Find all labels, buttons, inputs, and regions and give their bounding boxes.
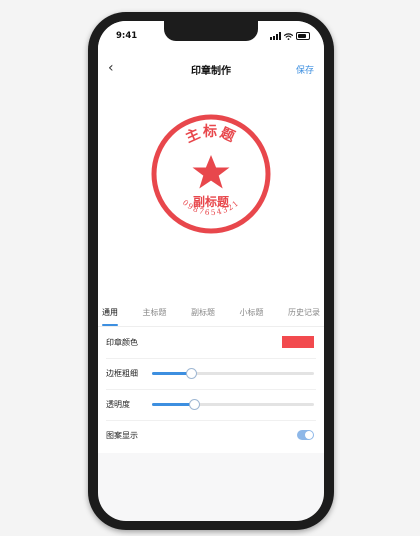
opacity-slider-fill [152,403,195,406]
opacity-slider-thumb[interactable] [189,399,201,410]
wifi-icon [284,33,293,40]
color-label: 印章颜色 [106,338,138,347]
tab-history[interactable]: 历史记录 [288,299,320,326]
page-title: 印章制作 [191,66,231,77]
battery-icon [296,32,310,40]
phone-frame: 9:41 ‹ 印章制作 保存 主标题 副标题 0987654321 通用 主标题… [88,12,334,530]
notch [164,21,258,41]
tab-small-title[interactable]: 小标题 [240,299,264,326]
status-time: 9:41 [116,31,138,41]
stamp-seal: 主标题 副标题 0987654321 [151,114,271,234]
settings-panel: 印章颜色 边框粗细 透明度 图案显示 [98,327,324,453]
color-swatch[interactable] [282,336,314,348]
toggle-knob [305,431,313,439]
border-label: 边框粗细 [106,369,138,378]
opacity-slider[interactable] [152,399,314,410]
border-slider[interactable] [152,368,314,379]
stamp-preview: 主标题 副标题 0987654321 [98,87,324,299]
pattern-label: 图案显示 [106,431,138,440]
status-icons [270,32,310,40]
setting-row-opacity: 透明度 [106,389,316,421]
setting-row-pattern: 图案显示 [106,420,316,451]
seal-main-title: 主标题 [183,123,239,146]
border-slider-thumb[interactable] [185,368,197,379]
setting-row-color: 印章颜色 [106,327,316,359]
pattern-toggle[interactable] [297,430,314,440]
tab-bar: 通用 主标题 副标题 小标题 历史记录 [98,299,324,327]
tab-general[interactable]: 通用 [102,299,118,326]
tab-subtitle[interactable]: 副标题 [191,299,215,326]
star-icon [192,155,230,189]
status-bar: 9:41 [98,21,324,51]
tab-main-title[interactable]: 主标题 [143,299,167,326]
app-screen: 9:41 ‹ 印章制作 保存 主标题 副标题 0987654321 通用 主标题… [98,21,324,521]
opacity-label: 透明度 [106,400,130,409]
save-button[interactable]: 保存 [296,63,314,76]
signal-icon [270,32,281,40]
setting-row-border: 边框粗细 [106,358,316,390]
nav-bar: ‹ 印章制作 保存 [98,51,324,87]
